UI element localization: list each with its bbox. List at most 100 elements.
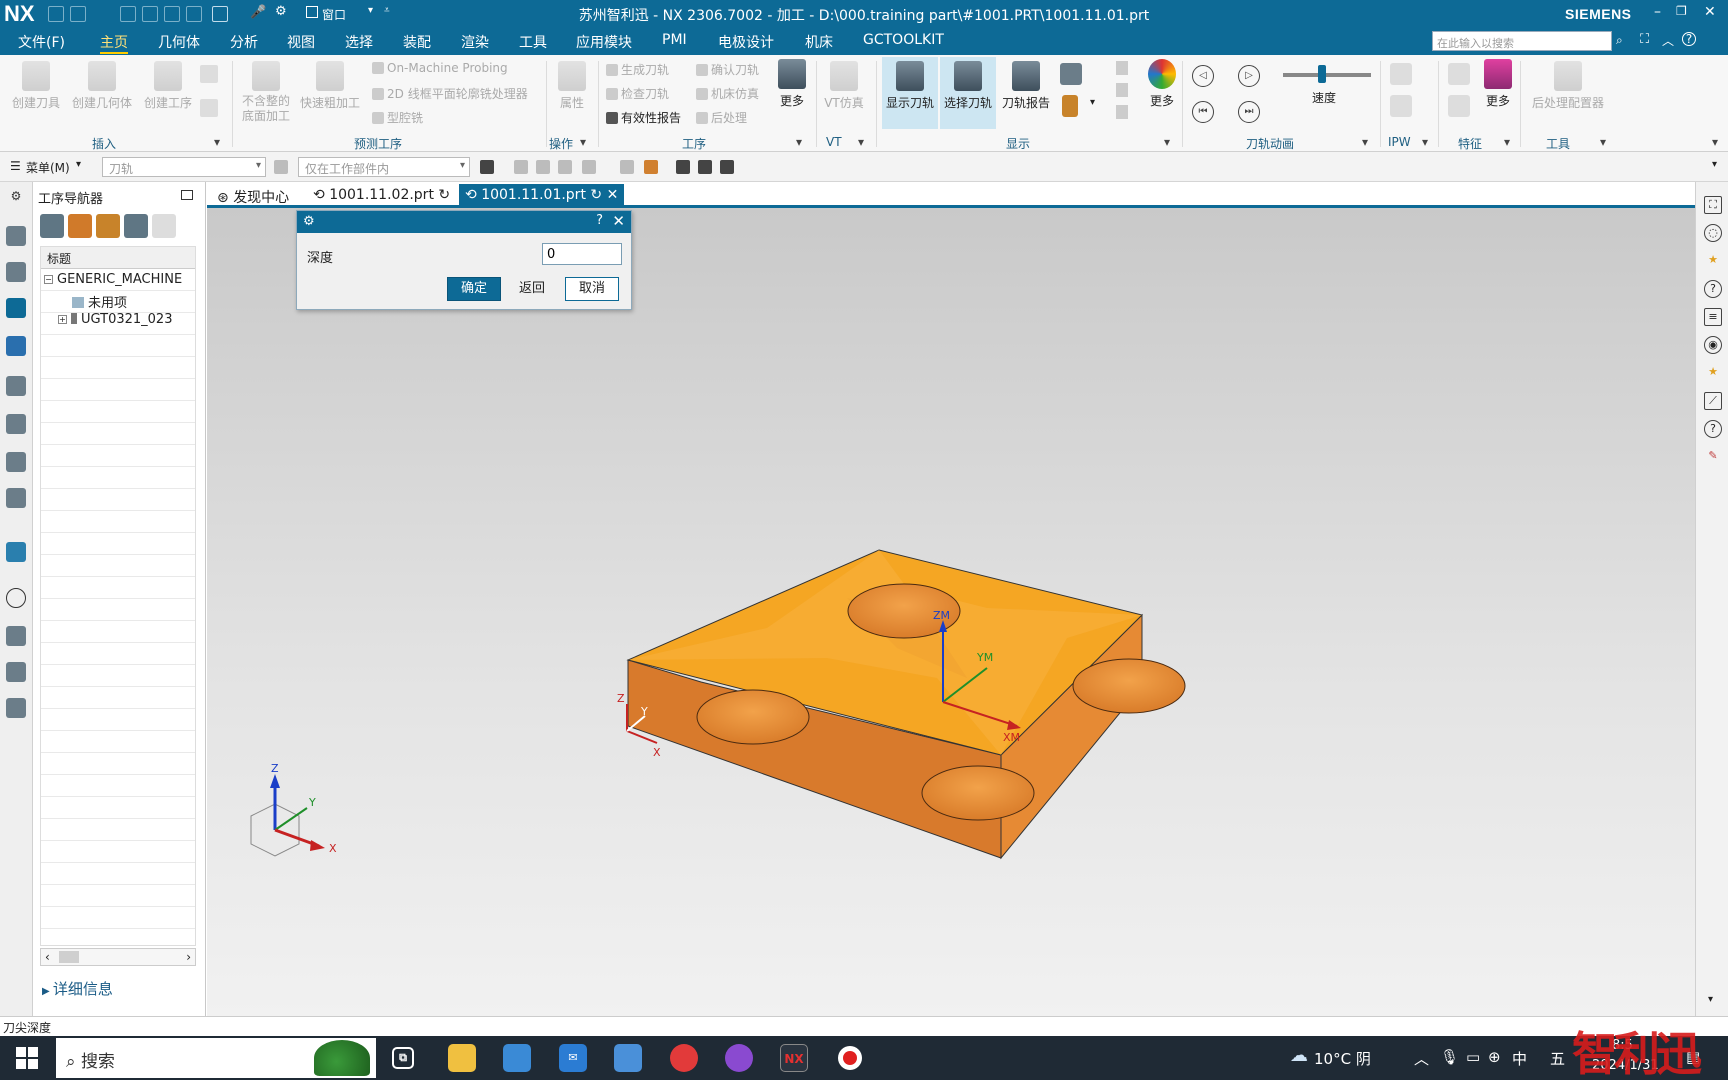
part-navigator-icon[interactable] (6, 226, 26, 246)
step-back-icon[interactable]: ◁ (1192, 65, 1214, 87)
ime-mode-icon[interactable]: 五 (1550, 1048, 1565, 1069)
task-view-icon[interactable]: ⧉ (392, 1047, 414, 1069)
fit-view-icon[interactable]: ⛶ (1704, 196, 1722, 214)
hamburger-icon[interactable]: ☰ (10, 159, 21, 173)
hide-show-icon[interactable]: ◌ (1704, 224, 1722, 242)
play-icon[interactable]: ▷ (1238, 65, 1260, 87)
feature-more-button[interactable]: 更多 (1480, 59, 1516, 109)
procedure-more-button[interactable]: 更多 (774, 59, 810, 109)
postprocess-button[interactable]: 后处理 (696, 109, 747, 126)
insert-group-menu-icon[interactable]: ▾ (214, 135, 220, 149)
measure-icon[interactable]: ⟋ (1704, 392, 1722, 410)
create-geometry-button[interactable]: 创建几何体 (68, 61, 136, 111)
cavity-mill-button[interactable]: 型腔铣 (372, 109, 423, 126)
details-panel-toggle[interactable]: ▶ 详细信息 (42, 978, 113, 999)
tab-view[interactable]: 视图 (287, 32, 315, 52)
file-menu[interactable]: 文件(F) (18, 32, 65, 52)
fullscreen-icon[interactable]: ⛶ (1640, 32, 1649, 47)
tree-item-unused[interactable]: 未用项 (72, 292, 127, 311)
circle-snap-icon[interactable] (536, 160, 550, 174)
display-blank-icon[interactable] (1060, 63, 1082, 85)
help-icon[interactable]: ? (1704, 420, 1722, 438)
vt-group-menu-icon[interactable]: ▾ (858, 135, 864, 149)
create-method-icon[interactable] (200, 65, 218, 83)
tab-tools[interactable]: 工具 (519, 32, 547, 52)
expand-icon[interactable]: + (58, 315, 67, 324)
chevron-down-icon[interactable]: ▾ (1712, 159, 1717, 170)
tab-gctoolkit[interactable]: GCTOOLKIT (863, 32, 944, 48)
view-toggle-icon[interactable] (698, 160, 712, 174)
recorder-icon[interactable] (838, 1046, 862, 1070)
settings-icon[interactable]: ⚙ (6, 186, 26, 206)
toolpath-report-button[interactable]: 刀轨报告 (998, 61, 1054, 111)
create-program-icon[interactable] (200, 99, 218, 117)
tree-item-root[interactable]: − GENERIC_MACHINE (44, 272, 182, 287)
move-icon[interactable] (582, 160, 596, 174)
mail-icon[interactable]: ✉ (559, 1044, 587, 1072)
back-button[interactable]: 返回 (507, 277, 557, 301)
app-mask-icon[interactable] (725, 1044, 753, 1072)
favorites-icon[interactable]: ★ (1704, 252, 1722, 270)
ipw-tool-icon[interactable] (1390, 95, 1412, 117)
verify-toolpath-button[interactable]: 确认刀轨 (696, 61, 759, 78)
machining-features-icon[interactable] (6, 452, 26, 472)
chevron-down-icon[interactable]: ▾ (76, 159, 81, 170)
minimize-button[interactable]: – (1654, 4, 1661, 20)
box-icon[interactable] (644, 160, 658, 174)
tab-part-1001-11-01[interactable]: ⟲ 1001.11.01.prt ↻ ✕ (459, 184, 625, 208)
select-toolpath-button[interactable]: 选择刀轨 (940, 57, 996, 129)
app-red-icon[interactable] (670, 1044, 698, 1072)
feature-navigator-icon[interactable] (6, 376, 26, 396)
language-icon[interactable]: ⊕ (1488, 1048, 1501, 1066)
program-order-view-icon[interactable] (40, 214, 64, 238)
rewind-icon[interactable]: ⏮ (1192, 101, 1214, 123)
filter-icon[interactable] (274, 160, 288, 174)
create-operation-button[interactable]: 创建工序 (140, 61, 196, 111)
machine-simulation-button[interactable]: 机床仿真 (696, 85, 759, 102)
chevron-down-icon[interactable]: ▾ (1090, 97, 1095, 108)
animation-group-menu-icon[interactable]: ▾ (1362, 135, 1368, 149)
attributes-button[interactable]: 属性 (552, 61, 592, 111)
fast-forward-icon[interactable]: ⏭ (1238, 101, 1260, 123)
kinematics-icon[interactable] (6, 698, 26, 718)
tab-part-1001-11-02[interactable]: ⟲ 1001.11.02.prt ↻ (307, 184, 456, 208)
tab-discovery-center[interactable]: ⊛ 发现中心 (211, 184, 295, 208)
app-bird-icon[interactable] (614, 1044, 642, 1072)
wireframe-planar-button[interactable]: 2D 线框平面轮廓铣处理器 (372, 85, 528, 102)
ribbon-options-icon[interactable]: ▾ (1712, 135, 1718, 149)
check-toolpath-button[interactable]: 检查刀轨 (606, 85, 669, 102)
tray-chevron-icon[interactable]: ︿ (1414, 1048, 1429, 1069)
collapse-ribbon-icon[interactable]: ︿ (1662, 32, 1674, 49)
file-explorer-icon[interactable] (448, 1044, 476, 1072)
graphics-window[interactable]: ZM YM XM Z Y X Z X Y (207, 208, 1695, 1016)
favorites-icon[interactable]: ★ (1704, 364, 1722, 382)
vt-simulation-button[interactable]: VT仿真 (822, 61, 866, 111)
scroll-thumb[interactable] (59, 951, 79, 963)
tab-application[interactable]: 应用模块 (576, 32, 632, 52)
tools-group-menu-icon[interactable]: ▾ (1600, 135, 1606, 149)
geometry-view-icon[interactable] (96, 214, 120, 238)
horizontal-scrollbar[interactable]: ‹ › (40, 948, 196, 966)
tab-analysis[interactable]: 分析 (230, 32, 258, 52)
hide-icon[interactable] (720, 160, 734, 174)
tab-render[interactable]: 渲染 (461, 32, 489, 52)
feature-group-icon[interactable] (1448, 95, 1470, 117)
role-icon[interactable] (6, 626, 26, 646)
maximize-icon[interactable] (181, 190, 193, 200)
operation-group-menu-icon[interactable]: ▾ (580, 135, 586, 149)
select-options-icon[interactable] (480, 160, 494, 174)
display-more-button[interactable]: 更多 (1144, 59, 1180, 109)
history-icon[interactable] (6, 588, 26, 608)
assembly-navigator-icon[interactable] (6, 262, 26, 282)
close-tab-icon[interactable]: ✕ (607, 187, 619, 203)
speed-slider-knob[interactable] (1318, 65, 1326, 83)
close-icon[interactable]: ✕ (612, 212, 625, 230)
ipw-group-menu-icon[interactable]: ▾ (1422, 135, 1428, 149)
tab-machine[interactable]: 机床 (805, 32, 833, 52)
layers-icon[interactable] (1116, 83, 1128, 97)
validity-report-button[interactable]: 有效性报告 (606, 109, 681, 126)
battery-icon[interactable]: ▭ (1466, 1048, 1480, 1066)
scroll-right-icon[interactable]: › (186, 950, 191, 964)
column-header-title[interactable]: 标题 (41, 247, 195, 269)
feature-icon[interactable] (1448, 63, 1470, 85)
